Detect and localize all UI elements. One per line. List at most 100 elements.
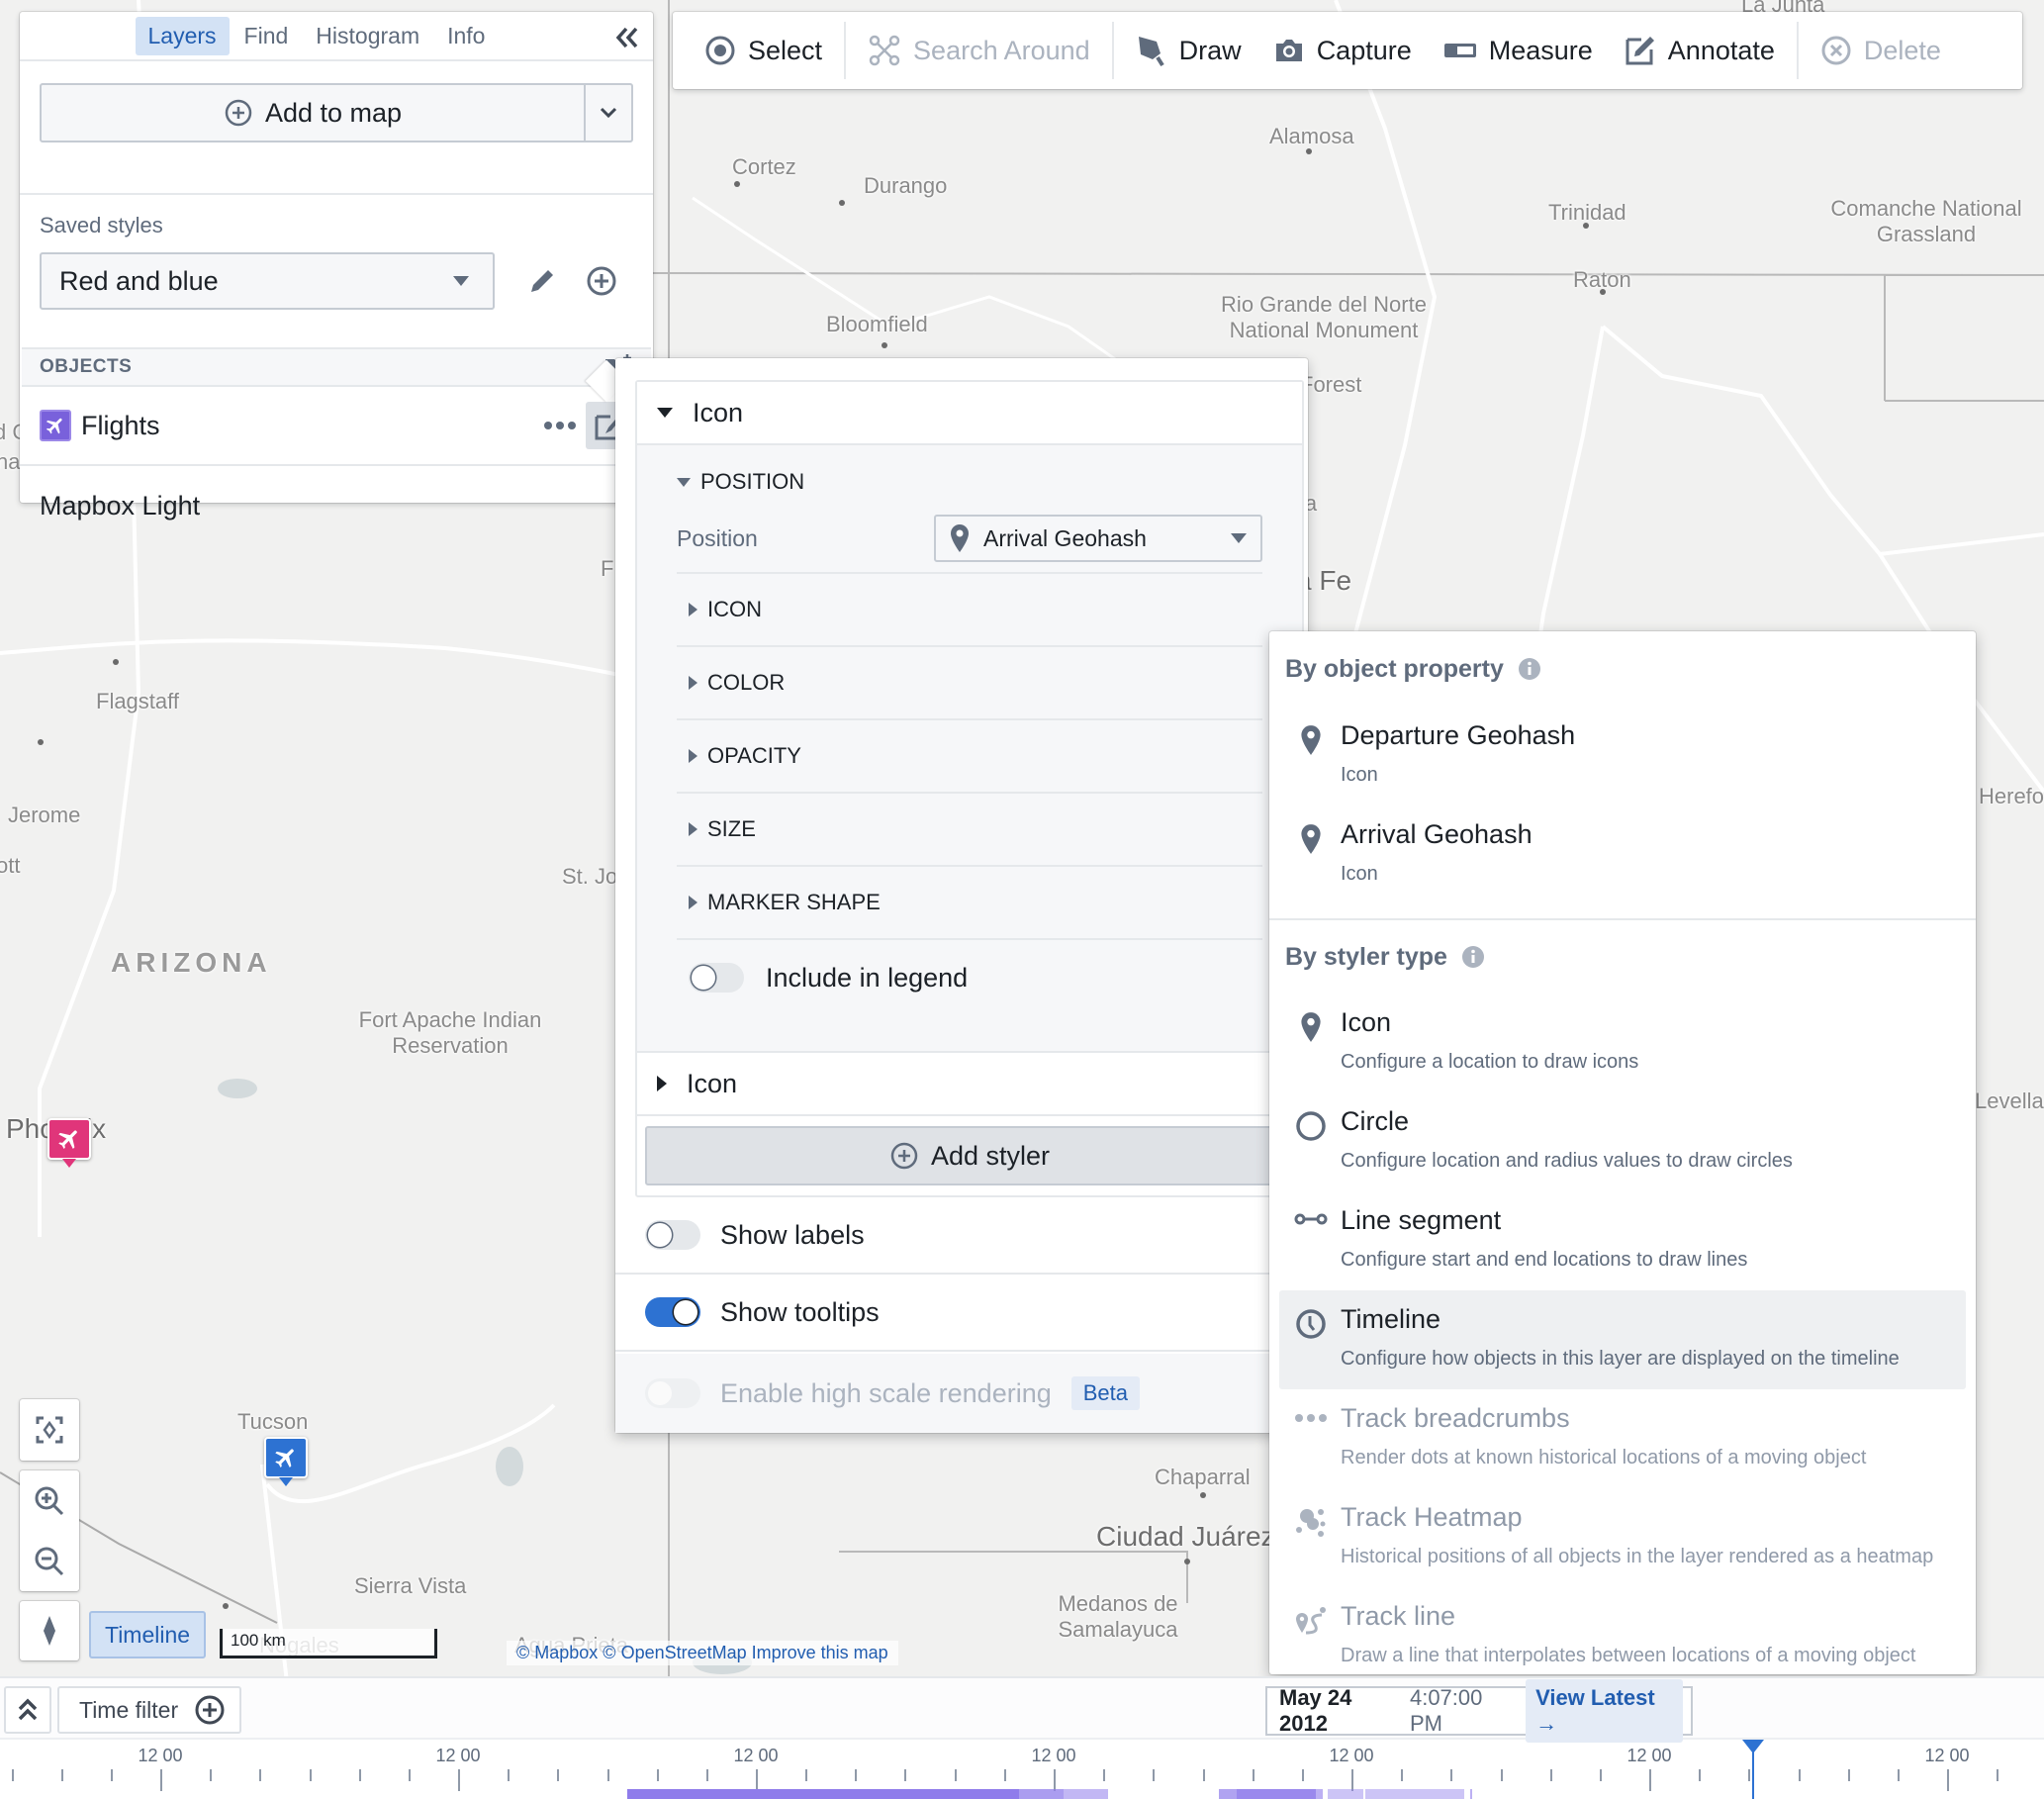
section-opacity[interactable]: OPACITY: [677, 720, 1262, 794]
search-around-button[interactable]: Search Around: [852, 22, 1106, 79]
fit-bounds-button[interactable]: [20, 1399, 79, 1461]
time-filter-button[interactable]: Time filter: [57, 1686, 242, 1734]
timeline-cursor-line: [1752, 1740, 1754, 1799]
timeline-tick-label: 12 00: [733, 1746, 779, 1765]
timeline-activity-bar[interactable]: [1064, 1789, 1108, 1799]
expand-timeline-button[interactable]: [4, 1686, 51, 1734]
timeline-toggle-button[interactable]: Timeline: [89, 1611, 207, 1658]
caret-down-icon: [1231, 533, 1247, 543]
basemap-item[interactable]: Mapbox Light: [20, 466, 653, 545]
info-icon[interactable]: [1518, 657, 1541, 681]
timeline-activity-bar[interactable]: [1019, 1789, 1064, 1799]
fit-bounds-icon: [36, 1416, 63, 1444]
section-size[interactable]: SIZE: [677, 794, 1262, 867]
flight-marker-phoenix[interactable]: [47, 1118, 91, 1170]
position-section-toggle[interactable]: POSITION: [677, 459, 1262, 505]
layer-more-button[interactable]: [540, 421, 580, 430]
zoom-in-icon[interactable]: [33, 1484, 66, 1518]
timeline-minor-tick: [1799, 1769, 1801, 1781]
add-to-map-button[interactable]: Add to map: [42, 85, 586, 141]
search-around-label: Search Around: [913, 35, 1090, 65]
map-attribution[interactable]: © Mapbox © OpenStreetMap Improve this ma…: [507, 1641, 898, 1665]
position-select[interactable]: Arrival Geohash: [934, 515, 1262, 562]
tab-layers[interactable]: Layers: [135, 16, 230, 55]
include-in-legend-toggle[interactable]: [689, 963, 744, 993]
timeline-activity-bar[interactable]: [1237, 1789, 1316, 1799]
show-labels-toggle[interactable]: [645, 1220, 700, 1250]
timeline-axis[interactable]: 12 00 12 00 12 00 12 00 12 00 12 00 12 00: [0, 1740, 2044, 1799]
menu-item-departure-geohash[interactable]: Departure Geohash Icon: [1279, 707, 1966, 805]
layer-item-flights[interactable]: Flights: [20, 387, 653, 466]
saved-styles-select[interactable]: Red and blue: [40, 252, 495, 310]
map-label-flagstaff: Flagstaff: [96, 689, 179, 713]
flight-marker-box: [47, 1118, 91, 1160]
flight-marker-tucson[interactable]: [264, 1437, 308, 1488]
menu-item-icon[interactable]: Icon Configure a location to draw icons: [1279, 994, 1966, 1092]
styler-header-expanded[interactable]: Icon: [637, 382, 1302, 445]
capture-button[interactable]: Capture: [1257, 22, 1428, 79]
tab-info[interactable]: Info: [434, 17, 498, 55]
airplane-icon: [275, 1449, 294, 1468]
timeline-activity-bar[interactable]: [1470, 1789, 1472, 1799]
add-styler-button[interactable]: Add styler: [645, 1126, 1294, 1185]
timeline-minor-tick: [1550, 1769, 1552, 1781]
timeline-activity-bar[interactable]: [1328, 1789, 1363, 1799]
styler-header-collapsed[interactable]: Icon: [637, 1053, 1302, 1116]
menu-item-subtitle: Draw a line that interpolates between lo…: [1341, 1645, 1916, 1666]
timeline-activity-bar[interactable]: [1365, 1789, 1464, 1799]
annotate-button[interactable]: Annotate: [1609, 22, 1791, 79]
timeline-tick-label: 12 00: [1924, 1746, 1970, 1765]
menu-item-title: Line segment: [1341, 1205, 1502, 1235]
timeline-activity-bar[interactable]: [1219, 1789, 1237, 1799]
tab-histogram[interactable]: Histogram: [303, 17, 432, 55]
collapse-panel-button[interactable]: [613, 24, 641, 51]
menu-item-line-segment[interactable]: Line segment Configure start and end loca…: [1279, 1191, 1966, 1290]
menu-item-subtitle: Configure location and radius values to …: [1341, 1150, 1793, 1172]
annotate-edit-icon: [1626, 37, 1654, 65]
select-button[interactable]: Select: [689, 22, 838, 79]
section-color[interactable]: COLOR: [677, 647, 1262, 720]
tab-find[interactable]: Find: [232, 17, 302, 55]
section-icon[interactable]: ICON: [677, 574, 1262, 647]
select-label: Select: [748, 35, 823, 65]
caret-right-icon: [689, 749, 697, 763]
menu-item-arrival-geohash[interactable]: Arrival Geohash Icon: [1279, 805, 1966, 904]
section-marker-shape[interactable]: MARKER SHAPE: [677, 867, 1262, 940]
menu-item-circle[interactable]: Circle Configure location and radius valu…: [1279, 1092, 1966, 1191]
add-style-button[interactable]: [580, 259, 623, 303]
select-target-icon: [705, 36, 735, 65]
timeline-minor-tick: [409, 1769, 411, 1781]
menu-item-timeline[interactable]: Timeline Configure how objects in this la…: [1279, 1290, 1966, 1389]
edit-style-button[interactable]: [520, 259, 564, 303]
info-icon[interactable]: [1461, 945, 1485, 969]
draw-button[interactable]: Draw: [1120, 22, 1257, 79]
menu-item-track-line[interactable]: Track line Draw a line that interpolates …: [1279, 1587, 1966, 1686]
timeline-activity-bar[interactable]: [1316, 1789, 1323, 1799]
timeline-activity-bar[interactable]: [627, 1789, 1019, 1799]
measure-button[interactable]: Measure: [1428, 22, 1609, 79]
menu-item-track-heatmap[interactable]: Track Heatmap Historical positions of all…: [1279, 1488, 1966, 1587]
current-time: 4:07:00 PM: [1409, 1685, 1483, 1736]
timeline-panel: Time filter May 24 2012 4:07:00 PM View …: [0, 1676, 2044, 1799]
timeline-minor-tick: [1253, 1769, 1254, 1781]
by-property-heading: By object property: [1269, 631, 1976, 707]
position-row: Position Arrival Geohash: [677, 505, 1262, 574]
compass-button[interactable]: [20, 1601, 79, 1660]
view-latest-button[interactable]: View Latest →: [1526, 1679, 1684, 1743]
delete-button[interactable]: Delete: [1805, 22, 1957, 79]
add-to-map-dropdown[interactable]: [586, 85, 631, 141]
airplane-icon: [46, 418, 62, 434]
graph-nodes-icon: [869, 35, 900, 66]
add-to-map-section: Add to map: [20, 61, 653, 195]
high-scale-toggle[interactable]: [645, 1378, 700, 1408]
menu-item-track-breadcrumbs[interactable]: Track breadcrumbs Render dots at known hi…: [1279, 1389, 1966, 1488]
position-section-title: POSITION: [700, 469, 805, 494]
beta-tag: Beta: [1070, 1376, 1140, 1410]
show-tooltips-toggle[interactable]: [645, 1297, 700, 1327]
timeline-major-tick: [756, 1769, 758, 1791]
timeline-minor-tick: [359, 1769, 361, 1781]
zoom-out-icon[interactable]: [33, 1545, 66, 1578]
heatmap-icon: [1296, 1509, 1326, 1537]
high-scale-label: Enable high scale rendering: [720, 1377, 1052, 1408]
menu-item-subtitle: Icon: [1341, 863, 1378, 885]
